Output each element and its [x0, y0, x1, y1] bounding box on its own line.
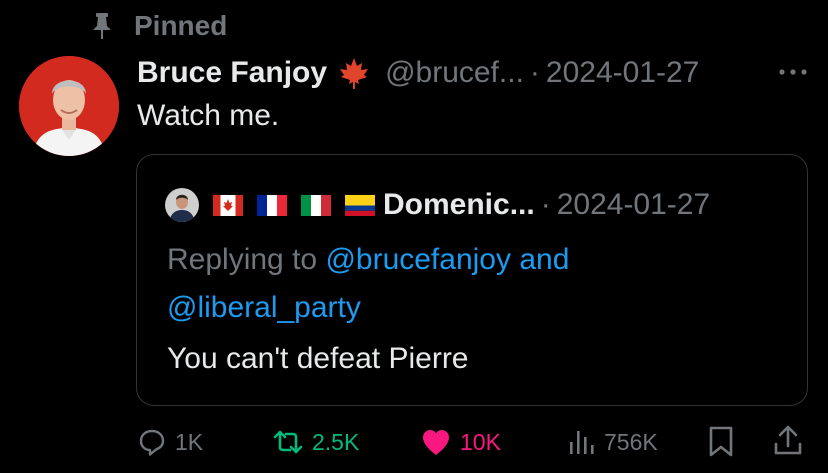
- quote-separator-dot: ·: [540, 188, 551, 221]
- replying-prefix: Replying to: [167, 243, 326, 276]
- reply-button[interactable]: 1K: [137, 424, 203, 460]
- like-count: 10K: [460, 428, 501, 455]
- repost-count: 2.5K: [312, 428, 360, 455]
- pinned-label: Pinned: [134, 10, 228, 41]
- heart-icon: [423, 430, 449, 455]
- quoted-tweet-card[interactable]: Domenic... · 2024-01-27 Replying to @bru…: [136, 154, 808, 406]
- tweet-text: Watch me.: [137, 99, 280, 132]
- repost-button[interactable]: 2.5K: [272, 424, 359, 460]
- reply-count: 1K: [175, 428, 204, 455]
- maple-leaf-icon: [340, 58, 369, 89]
- views-icon: [570, 431, 594, 454]
- bookmark-icon[interactable]: [707, 426, 735, 458]
- like-button[interactable]: 10K: [420, 424, 501, 460]
- more-options-icon[interactable]: [776, 62, 810, 82]
- reply-icon: [139, 429, 165, 456]
- author-handle[interactable]: @brucef...: [385, 56, 524, 90]
- mention-liberal-party[interactable]: @liberal_party: [167, 285, 361, 331]
- replying-to-line: Replying to @brucefanjoy and: [167, 237, 787, 283]
- mention-connector: and: [511, 243, 570, 276]
- quote-header: Domenic... · 2024-01-27: [165, 185, 710, 225]
- quote-author-name[interactable]: Domenic...: [383, 188, 535, 222]
- quote-text: You can't defeat Pierre: [167, 342, 469, 375]
- france-flag-icon: [257, 194, 287, 216]
- share-icon[interactable]: [772, 424, 804, 458]
- separator-dot: ·: [529, 56, 540, 89]
- views-button[interactable]: 756K: [566, 424, 658, 460]
- canada-flag-icon: [213, 194, 243, 216]
- pin-icon: [93, 13, 111, 39]
- italy-flag-icon: [301, 194, 331, 216]
- author-avatar[interactable]: [19, 56, 119, 156]
- quote-author-avatar[interactable]: [165, 188, 199, 222]
- author-name[interactable]: Bruce Fanjoy: [137, 56, 327, 90]
- colombia-flag-icon: [345, 194, 375, 216]
- tweet-header: Bruce Fanjoy @brucef... · 2024-01-27: [137, 52, 699, 94]
- views-count: 756K: [604, 428, 658, 455]
- repost-icon: [273, 430, 303, 454]
- tweet-date[interactable]: 2024-01-27: [546, 56, 699, 90]
- pinned-indicator: Pinned: [92, 8, 227, 44]
- mention-brucefanjoy[interactable]: @brucefanjoy: [325, 243, 511, 276]
- quote-date[interactable]: 2024-01-27: [557, 188, 710, 222]
